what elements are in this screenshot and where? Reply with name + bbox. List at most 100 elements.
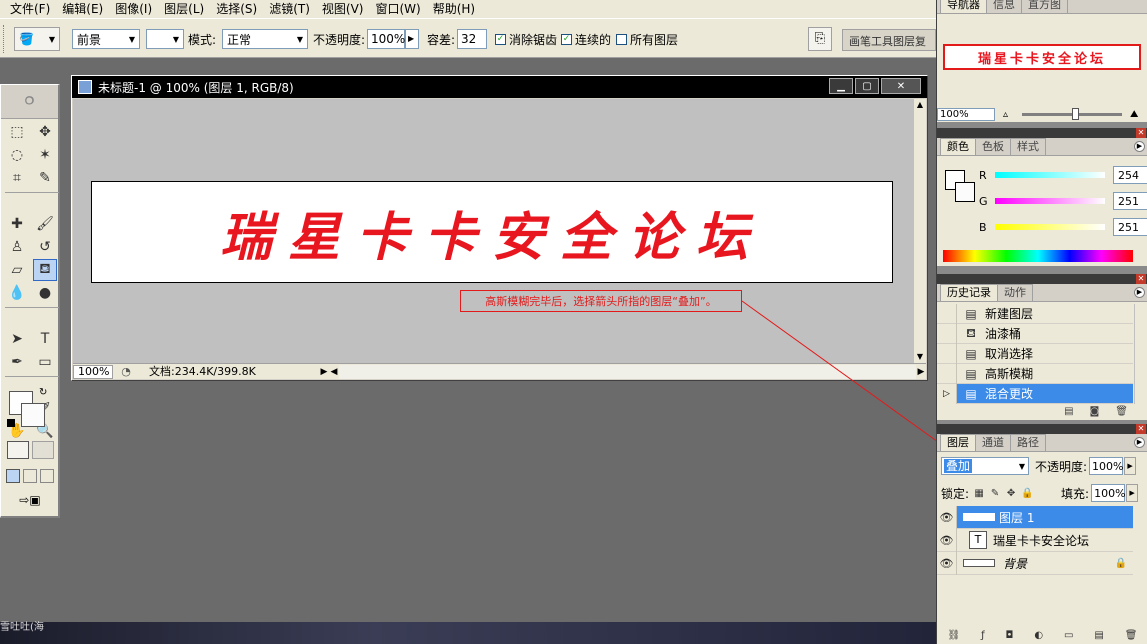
path-selection-tool-icon[interactable]: ➤ xyxy=(5,328,29,350)
history-scrollbar[interactable] xyxy=(1134,304,1146,404)
scroll-right-icon[interactable]: ▶ xyxy=(916,367,926,377)
default-colors-icon[interactable] xyxy=(7,419,15,427)
channel-g-input[interactable]: 251 xyxy=(1113,192,1147,210)
layer-opacity-input[interactable]: 100% xyxy=(1089,457,1124,475)
lock-transparency-icon[interactable]: ▦ xyxy=(973,488,985,499)
tab-styles[interactable]: 样式 xyxy=(1010,138,1046,155)
background-color-swatch[interactable] xyxy=(21,403,45,427)
status-info-icon[interactable]: ◔ xyxy=(119,365,133,378)
tab-channels[interactable]: 通道 xyxy=(975,434,1011,451)
close-icon[interactable]: ✕ xyxy=(1136,128,1146,138)
layer-row[interactable]: 👁 图层 1 xyxy=(937,505,1133,529)
channel-r-input[interactable]: 254 xyxy=(1113,166,1147,184)
blend-mode-select[interactable]: 叠加 ▼ xyxy=(941,457,1029,475)
anti-alias-checkbox[interactable]: ✓ 消除锯齿 xyxy=(495,31,557,48)
canvas-area[interactable]: 瑞星卡卡安全论坛 xyxy=(73,99,916,363)
close-icon[interactable]: ✕ xyxy=(1136,274,1146,284)
standard-mode-button[interactable] xyxy=(7,441,29,459)
healing-brush-tool-icon[interactable]: ✚ xyxy=(5,213,29,235)
new-group-icon[interactable]: ▭ xyxy=(1064,630,1073,644)
maximize-button[interactable]: ▢ xyxy=(855,78,879,94)
eye-icon[interactable]: 👁 xyxy=(937,528,957,552)
document-titlebar[interactable]: 未标题-1 @ 100% (图层 1, RGB/8) ▁ ▢ ✕ xyxy=(72,76,927,98)
history-item-selected[interactable]: ▷ ▤ 混合更改 xyxy=(937,383,1133,404)
screen-mode-full-menu[interactable] xyxy=(23,469,37,483)
mode-select[interactable]: 正常 ▼ xyxy=(222,29,308,49)
tab-actions[interactable]: 动作 xyxy=(997,284,1033,301)
tab-paths[interactable]: 路径 xyxy=(1010,434,1046,451)
channel-b-slider[interactable] xyxy=(995,224,1105,230)
tab-color[interactable]: 颜色 xyxy=(940,138,976,155)
scroll-down-icon[interactable]: ▼ xyxy=(914,351,926,363)
channel-g-slider[interactable] xyxy=(995,198,1105,204)
panel-menu-icon[interactable]: ▶ xyxy=(1134,437,1145,448)
screen-mode-full[interactable] xyxy=(40,469,54,483)
adjustment-layer-icon[interactable]: ◐ xyxy=(1034,630,1043,644)
swap-colors-icon[interactable]: ↻ xyxy=(39,387,47,398)
opacity-input[interactable]: 100% xyxy=(367,29,405,49)
history-item[interactable]: ⛾ 油漆桶 xyxy=(937,323,1133,344)
navigator-zoom-field[interactable]: 100% xyxy=(937,107,995,121)
channel-r-slider[interactable] xyxy=(995,172,1105,178)
scroll-up-icon[interactable]: ▲ xyxy=(914,99,926,111)
trash-icon[interactable]: 🗑 xyxy=(1125,630,1138,644)
eraser-tool-icon[interactable]: ▱ xyxy=(5,259,29,281)
tolerance-input[interactable]: 32 xyxy=(457,29,487,49)
color-spectrum[interactable] xyxy=(943,250,1133,262)
type-tool-icon[interactable]: T xyxy=(33,328,57,350)
crop-tool-icon[interactable]: ⌗ xyxy=(5,167,29,189)
tab-info[interactable]: 信息 xyxy=(986,0,1022,13)
panel-menu-icon[interactable]: ▶ xyxy=(1134,287,1145,298)
opacity-slider-arrow[interactable]: ▶ xyxy=(1124,457,1137,475)
layer-mask-icon[interactable]: ◘ xyxy=(1006,630,1014,644)
status-menu-arrow-icon[interactable]: ▶ xyxy=(319,367,329,377)
layer-row[interactable]: 👁 T 瑞星卡卡安全论坛 xyxy=(937,528,1133,552)
contiguous-checkbox[interactable]: ✓ 连续的 xyxy=(561,31,611,48)
clone-stamp-tool-icon[interactable]: ♙ xyxy=(5,236,29,258)
scroll-left-icon[interactable]: ◀ xyxy=(329,367,339,377)
zoom-out-icon[interactable]: ▵ xyxy=(1003,109,1008,120)
close-button[interactable]: ✕ xyxy=(881,78,921,94)
close-icon[interactable]: ✕ xyxy=(1136,424,1146,434)
menu-edit[interactable]: 编辑(E) xyxy=(56,0,109,18)
new-document-icon[interactable]: ▤ xyxy=(1064,406,1073,420)
zoom-field[interactable]: 100% xyxy=(73,364,113,379)
color-background-swatch[interactable] xyxy=(955,182,975,202)
history-brush-tool-icon[interactable]: ↺ xyxy=(33,236,57,258)
opacity-slider-arrow[interactable]: ▶ xyxy=(405,29,419,49)
vertical-scrollbar[interactable]: ▲ ▼ xyxy=(914,99,926,363)
lock-image-icon[interactable]: ✎ xyxy=(989,488,1001,499)
new-snapshot-icon[interactable]: ◙ xyxy=(1090,406,1100,420)
navigator-thumbnail[interactable]: 瑞星卡卡安全论坛 xyxy=(943,44,1141,70)
horizontal-scrollbar[interactable] xyxy=(339,364,916,379)
menu-select[interactable]: 选择(S) xyxy=(210,0,263,18)
trash-icon[interactable]: 🗑 xyxy=(1115,406,1128,420)
options-grip[interactable] xyxy=(3,25,7,53)
magic-wand-tool-icon[interactable]: ✶ xyxy=(33,144,57,166)
channel-b-input[interactable]: 251 xyxy=(1113,218,1147,236)
tab-navigator[interactable]: 导航器 xyxy=(940,0,987,13)
marquee-tool-icon[interactable]: ⬚ xyxy=(5,121,29,143)
lock-position-icon[interactable]: ✥ xyxy=(1005,488,1017,499)
brush-tool-icon[interactable]: 🖌 xyxy=(33,213,57,235)
screen-mode-standard[interactable] xyxy=(6,469,20,483)
history-item[interactable]: ▤ 取消选择 xyxy=(937,343,1133,364)
rectangle-tool-icon[interactable]: ▭ xyxy=(33,351,57,373)
pen-tool-icon[interactable]: ✒ xyxy=(5,351,29,373)
tab-swatches[interactable]: 色板 xyxy=(975,138,1011,155)
menu-layer[interactable]: 图层(L) xyxy=(158,0,210,18)
blur-tool-icon[interactable]: 💧 xyxy=(5,282,29,304)
file-browser-icon[interactable]: ⎘ xyxy=(808,27,832,51)
menu-view[interactable]: 视图(V) xyxy=(316,0,370,18)
history-item[interactable]: ▤ 新建图层 xyxy=(937,303,1133,324)
history-item[interactable]: ▤ 高斯模糊 xyxy=(937,363,1133,384)
palette-well[interactable]: 画笔工具图层复 xyxy=(842,29,936,51)
tool-preset-picker[interactable]: 🪣 ▼ xyxy=(14,27,60,51)
jump-to-imageready-icon[interactable]: ⇨▣ xyxy=(7,493,53,511)
menu-file[interactable]: 文件(F) xyxy=(4,0,56,18)
slider-knob[interactable] xyxy=(1072,107,1080,120)
move-tool-icon[interactable]: ✥ xyxy=(33,121,57,143)
paint-bucket-tool-icon[interactable]: ⛾ xyxy=(33,259,57,281)
fill-source-select[interactable]: 前景 ▼ xyxy=(72,29,140,49)
fill-input[interactable]: 100% xyxy=(1091,484,1126,502)
